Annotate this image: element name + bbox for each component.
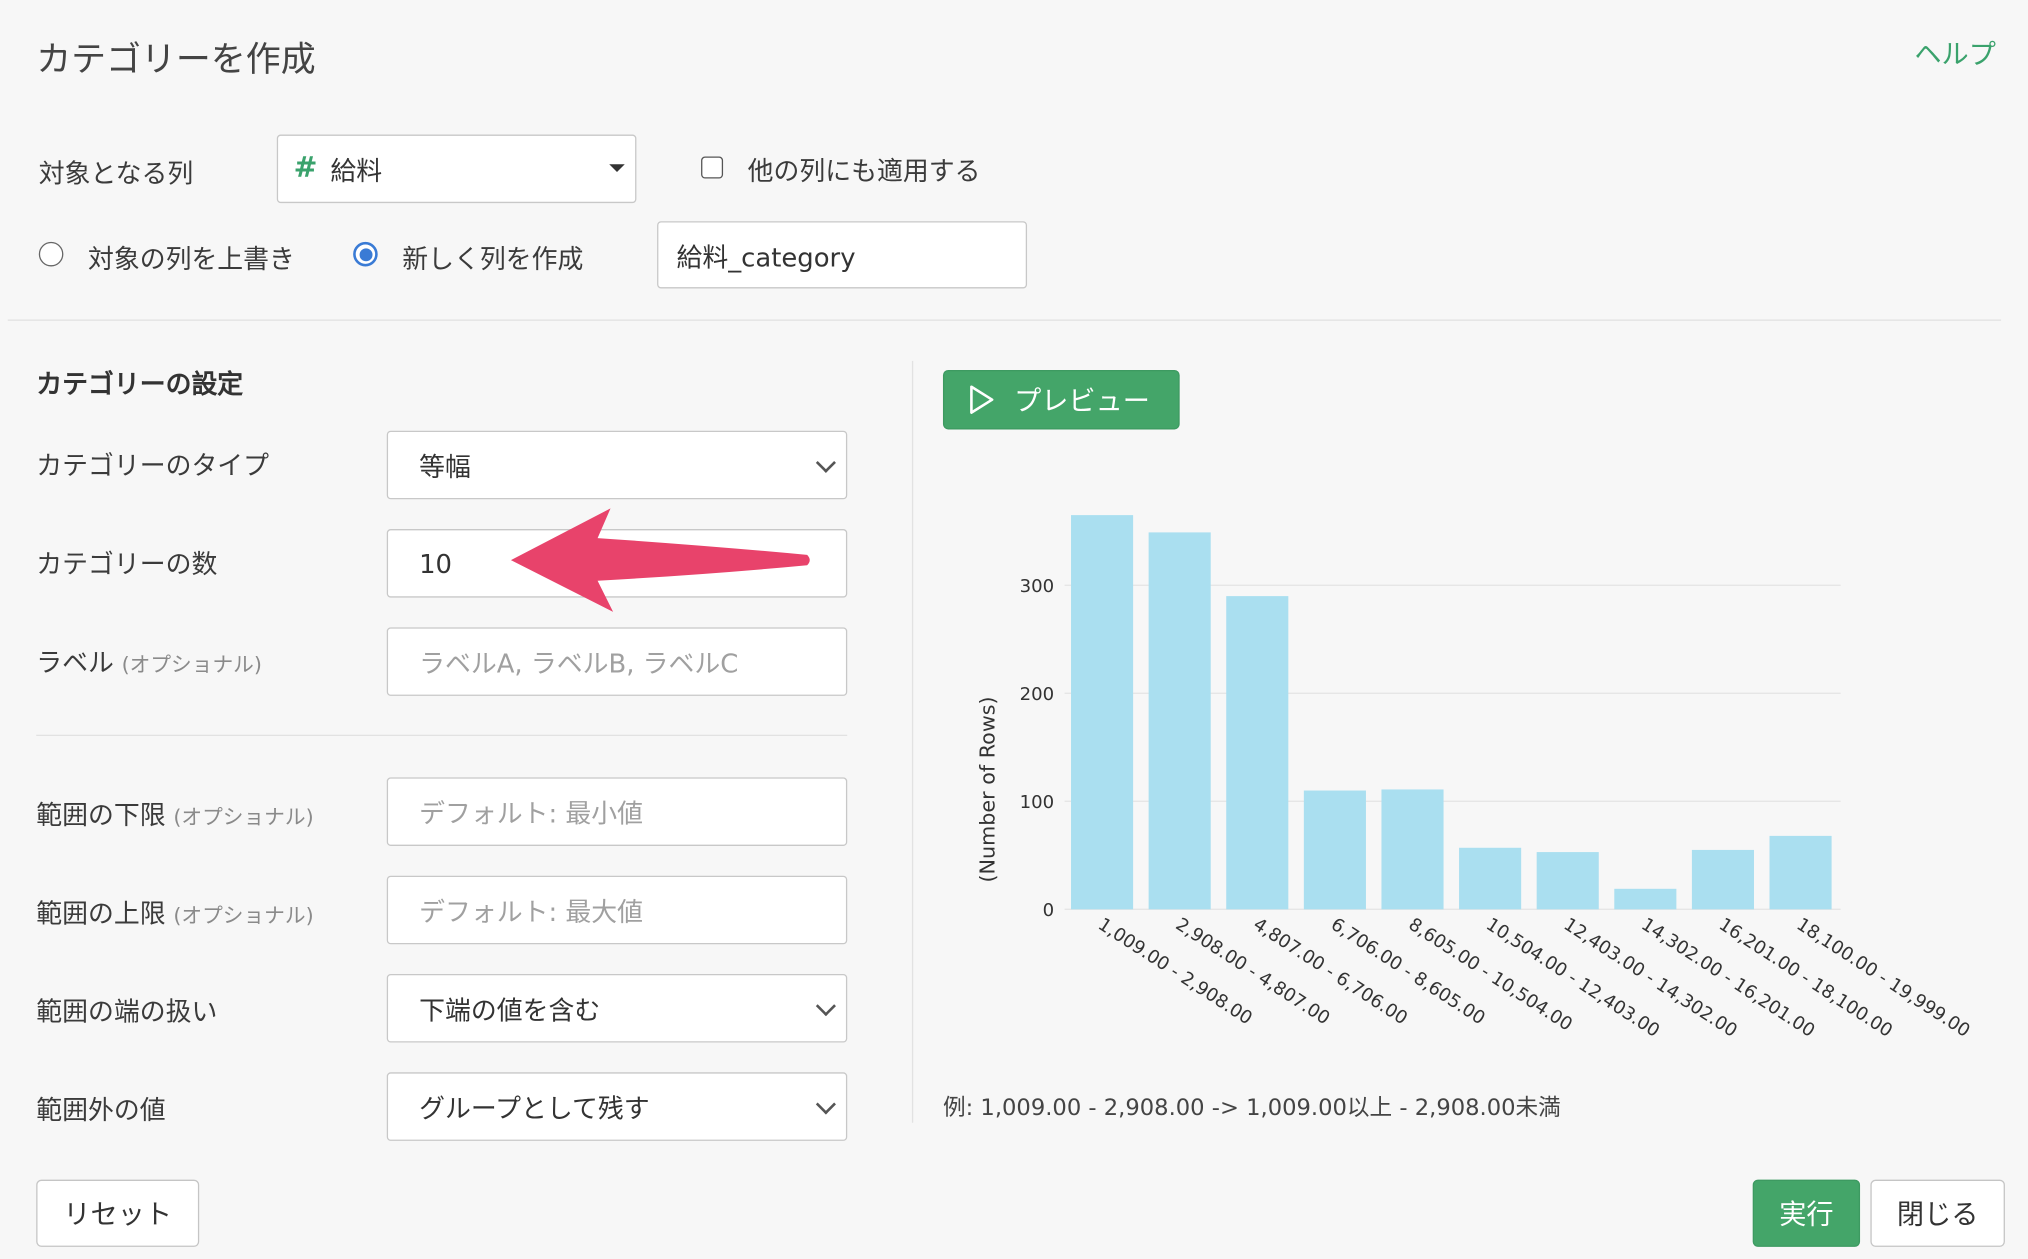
play-icon [970,385,994,414]
target-column-select[interactable]: # 給料 [276,134,637,204]
category-count-value: 10 [419,547,453,579]
category-settings-heading: カテゴリーの設定 [36,368,244,400]
category-type-label: カテゴリーのタイプ [36,450,270,482]
overwrite-column-label: 対象の列を上書き [87,243,295,275]
annotation-arrow [510,508,810,612]
category-count-label: カテゴリーの数 [36,548,218,580]
new-column-name-value: 給料_category [676,241,856,273]
y-tick-label: 200 [1020,684,1055,705]
range-upper-text: 範囲の上限 [36,897,166,929]
range-lower-text: 範囲の下限 [36,799,166,831]
caret-down-icon [609,164,625,173]
close-button[interactable]: 閉じる [1870,1179,2005,1247]
y-tick-label: 0 [1043,900,1055,921]
panel-divider [911,360,914,1123]
overwrite-column-radio[interactable] [38,241,64,267]
chevron-down-icon [815,995,836,1016]
labels-input[interactable]: ラベルA, ラベルB, ラベルC [386,627,848,696]
y-tick-label: 100 [1020,792,1055,813]
out-of-range-select[interactable]: グループとして残す [386,1072,848,1141]
optional-tag: (オプショナル) [121,651,262,677]
histogram-bar [1459,847,1522,910]
optional-tag: (オプショナル) [173,902,314,928]
reset-button[interactable]: リセット [36,1179,200,1247]
range-lower-label: 範囲の下限 (オプショナル) [36,794,313,832]
range-edge-label: 範囲の端の扱い [36,995,218,1028]
histogram-bar [1769,835,1832,910]
histogram-bar [1691,849,1754,910]
range-upper-label: 範囲の上限 (オプショナル) [36,893,313,931]
histogram-bar [1381,789,1444,910]
create-new-column-label: 新しく列を作成 [402,243,584,275]
chevron-down-icon [815,1093,836,1114]
range-edge-select[interactable]: 下端の値を含む [386,974,848,1043]
target-column-value: 給料 [330,155,383,187]
range-edge-value: 下端の値を含む [419,994,601,1026]
range-lower-placeholder: デフォルト: 最小値 [419,798,644,830]
label-field-text: ラベル [36,646,114,678]
preview-button[interactable]: プレビュー [942,369,1180,430]
example-text: 例: 1,009.00 - 2,908.00 -> 1,009.00以上 - 2… [942,1095,1561,1122]
category-type-select[interactable]: 等幅 [386,430,848,500]
chevron-down-icon [815,452,836,473]
labels-placeholder: ラベルA, ラベルB, ラベルC [419,648,739,680]
new-column-name-input[interactable]: 給料_category [657,221,1028,289]
histogram-bar [1303,790,1366,910]
histogram-bar [1071,515,1134,910]
help-link[interactable]: ヘルプ [1914,34,1995,73]
histogram-bar [1226,596,1289,910]
category-type-value: 等幅 [419,451,471,483]
out-of-range-value: グループとして残す [419,1093,650,1125]
apply-other-columns-checkbox[interactable] [701,156,724,179]
apply-other-columns-label: 他の列にも適用する [747,155,981,187]
histogram-bar [1148,532,1211,910]
label-field-label: ラベル (オプショナル) [36,642,262,680]
numeric-column-icon: # [293,152,318,185]
histogram-chart: 0100200300(Number of Rows)1,009.00 - 2,9… [976,515,1974,1042]
range-lower-input[interactable]: デフォルト: 最小値 [386,777,848,846]
preview-button-label: プレビュー [1014,385,1150,417]
dialog-title: カテゴリーを作成 [36,40,316,81]
section-divider [7,319,2002,321]
y-axis-title: (Number of Rows) [976,696,1000,882]
run-button[interactable]: 実行 [1752,1179,1861,1247]
range-upper-input[interactable]: デフォルト: 最大値 [386,875,848,945]
histogram-bar [1614,888,1677,910]
target-column-label: 対象となる列 [38,157,194,189]
settings-divider [36,734,848,737]
y-tick-label: 300 [1020,576,1055,597]
histogram-bar [1536,852,1599,910]
optional-tag: (オプショナル) [173,804,314,830]
create-new-column-radio[interactable] [353,241,378,267]
range-upper-placeholder: デフォルト: 最大値 [419,896,644,928]
out-of-range-label: 範囲外の値 [36,1094,166,1126]
